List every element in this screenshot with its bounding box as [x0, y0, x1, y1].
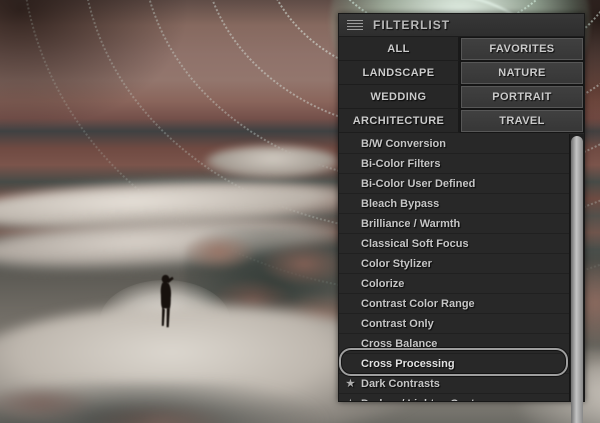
filter-item-classical-soft-focus[interactable]: Classical Soft Focus — [339, 234, 569, 254]
filter-item-color-stylizer[interactable]: Color Stylizer — [339, 254, 569, 274]
category-button-grid: ALL FAVORITES LANDSCAPE NATURE WEDDING P… — [339, 37, 584, 134]
filter-item-label: B/W Conversion — [361, 138, 446, 150]
filter-item-label: Classical Soft Focus — [361, 238, 469, 250]
filter-item-label: Cross Processing — [361, 358, 455, 370]
category-button-wedding[interactable]: WEDDING — [339, 85, 460, 109]
scrollbar-thumb[interactable] — [571, 136, 583, 423]
panel-title: FILTERLIST — [373, 18, 450, 32]
filter-item-label: Cross Balance — [361, 338, 437, 350]
filter-item-label: Bi-Color User Defined — [361, 178, 475, 190]
filter-item-label: Brilliance / Warmth — [361, 218, 460, 230]
filter-item-label: Colorize — [361, 278, 404, 290]
filter-item-darken-lighten-center[interactable]: ★ Darken / Lighten Center — [339, 394, 569, 401]
screenshot-stage: FILTERLIST ALL FAVORITES LANDSCAPE NATUR… — [0, 0, 600, 423]
category-button-travel[interactable]: TRAVEL — [461, 110, 583, 132]
filter-item-cross-processing[interactable]: Cross Processing — [339, 354, 569, 374]
scrollbar-track[interactable] — [569, 134, 584, 401]
filter-item-bleach-bypass[interactable]: Bleach Bypass — [339, 194, 569, 214]
favorite-star-icon: ★ — [346, 378, 355, 389]
category-button-all[interactable]: ALL — [339, 37, 460, 61]
filter-item-label: Contrast Color Range — [361, 298, 475, 310]
filter-item-brilliance-warmth[interactable]: Brilliance / Warmth — [339, 214, 569, 234]
filter-item-cross-balance[interactable]: Cross Balance — [339, 334, 569, 354]
cloud — [0, 382, 380, 423]
category-button-portrait[interactable]: PORTRAIT — [461, 86, 583, 108]
filter-item-label: Color Stylizer — [361, 258, 432, 270]
filter-item-bw-conversion[interactable]: B/W Conversion — [339, 134, 569, 154]
cloud — [205, 146, 340, 178]
filter-item-colorize[interactable]: Colorize — [339, 274, 569, 294]
filter-item-dark-contrasts[interactable]: ★ Dark Contrasts — [339, 374, 569, 394]
filter-item-label: Dark Contrasts — [361, 378, 440, 390]
filter-item-label: Contrast Only — [361, 318, 434, 330]
panel-header: FILTERLIST — [339, 14, 584, 37]
favorite-star-icon: ★ — [346, 398, 355, 401]
filter-item-label: Darken / Lighten Center — [361, 398, 485, 402]
filter-item-label: Bi-Color Filters — [361, 158, 440, 170]
category-button-landscape[interactable]: LANDSCAPE — [339, 61, 460, 85]
category-button-architecture[interactable]: ARCHITECTURE — [339, 109, 460, 133]
filter-item-contrast-color-range[interactable]: Contrast Color Range — [339, 294, 569, 314]
person-silhouette — [155, 274, 177, 330]
filterlist-panel: FILTERLIST ALL FAVORITES LANDSCAPE NATUR… — [338, 13, 585, 402]
filter-item-bi-color-user-defined[interactable]: Bi-Color User Defined — [339, 174, 569, 194]
filter-item-contrast-only[interactable]: Contrast Only — [339, 314, 569, 334]
category-button-favorites[interactable]: FAVORITES — [461, 38, 583, 60]
filter-item-bi-color-filters[interactable]: Bi-Color Filters — [339, 154, 569, 174]
category-button-nature[interactable]: NATURE — [461, 62, 583, 84]
hamburger-menu-icon[interactable] — [347, 20, 363, 31]
filter-item-label: Bleach Bypass — [361, 198, 439, 210]
filter-list: B/W Conversion Bi-Color Filters Bi-Color… — [339, 134, 569, 401]
